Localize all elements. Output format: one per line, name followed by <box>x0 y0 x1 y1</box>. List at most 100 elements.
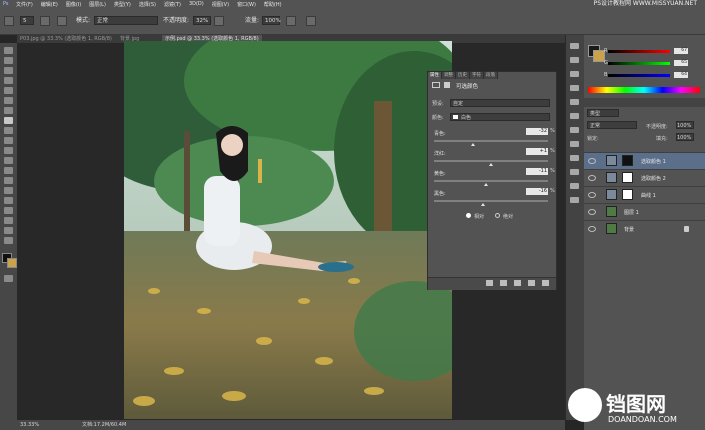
clone-stamp-tool-icon[interactable] <box>4 127 13 134</box>
size-pressure-icon[interactable] <box>306 16 316 26</box>
tab-paragraph[interactable]: 段落 <box>484 72 498 79</box>
menu-file[interactable]: 文件(F) <box>12 1 37 8</box>
history-panel-icon[interactable] <box>570 43 579 49</box>
brush-panel-icon[interactable] <box>40 16 50 26</box>
type-tool-icon[interactable] <box>4 197 13 204</box>
red-value[interactable]: 67 <box>674 48 688 54</box>
tab-character[interactable]: 字符 <box>470 72 484 79</box>
flow-field[interactable]: 100% <box>262 16 281 25</box>
layer-mask-thumb[interactable] <box>622 172 633 183</box>
red-slider[interactable] <box>608 50 670 53</box>
slider-track[interactable] <box>434 160 548 162</box>
tab-doc-1[interactable]: P03.jpg @ 33.3% (选取颜色 1, RGB/8) <box>17 35 115 43</box>
reset-icon[interactable] <box>514 280 521 286</box>
mask-icon[interactable] <box>444 82 450 88</box>
slider-track[interactable] <box>434 140 548 142</box>
slider-thumb[interactable] <box>481 203 485 206</box>
gradient-tool-icon[interactable] <box>4 157 13 164</box>
green-slider[interactable] <box>608 62 670 65</box>
character-panel-icon[interactable] <box>570 85 579 91</box>
menu-image[interactable]: 图像(I) <box>62 1 85 8</box>
slider-thumb[interactable] <box>489 163 493 166</box>
radio-absolute[interactable] <box>495 213 500 218</box>
menu-type[interactable]: 类型(Y) <box>110 1 135 8</box>
slider-value-field[interactable]: +1 <box>526 148 548 155</box>
menu-window[interactable]: 窗口(W) <box>233 1 260 8</box>
opacity-pressure-icon[interactable] <box>214 16 224 26</box>
quick-select-tool-icon[interactable] <box>4 77 13 84</box>
brush-size-field[interactable]: 5 <box>20 16 34 25</box>
properties-panel-icon[interactable] <box>570 169 579 175</box>
clone-source-icon[interactable] <box>570 127 579 133</box>
visibility-eye-icon[interactable] <box>588 192 596 198</box>
zoom-tool-icon[interactable] <box>4 237 13 244</box>
airbrush-icon[interactable] <box>286 16 296 26</box>
visibility-eye-icon[interactable] <box>588 209 596 215</box>
view-previous-icon[interactable] <box>500 280 507 286</box>
quick-mask-icon[interactable] <box>4 275 13 282</box>
brush-panel-icon[interactable] <box>570 113 579 119</box>
tab-adjustments[interactable]: 调整 <box>442 72 456 79</box>
slider-value-field[interactable]: -16 <box>526 188 548 195</box>
blue-slider[interactable] <box>608 74 670 77</box>
slider-track[interactable] <box>434 180 548 182</box>
layer-row[interactable]: 背景 <box>584 220 705 237</box>
eraser-tool-icon[interactable] <box>4 147 13 154</box>
menu-3d[interactable]: 3D(D) <box>185 1 208 7</box>
menu-filter[interactable]: 滤镜(T) <box>160 1 185 8</box>
crop-tool-icon[interactable] <box>4 87 13 94</box>
move-tool-icon[interactable] <box>4 47 13 54</box>
layer-mask-thumb[interactable] <box>622 189 633 200</box>
background-color-swatch[interactable] <box>7 258 17 268</box>
history-brush-tool-icon[interactable] <box>4 137 13 144</box>
paths-panel-icon[interactable] <box>570 197 579 203</box>
slider-thumb[interactable] <box>484 183 488 186</box>
slider-thumb[interactable] <box>471 143 475 146</box>
color-select[interactable]: 白色 <box>450 113 550 121</box>
navigator-panel-icon[interactable] <box>570 155 579 161</box>
lasso-tool-icon[interactable] <box>4 67 13 74</box>
preset-select[interactable]: 自定 <box>450 99 550 107</box>
info-panel-icon[interactable] <box>570 141 579 147</box>
document-photo[interactable] <box>124 41 452 419</box>
eyedropper-tool-icon[interactable] <box>4 97 13 104</box>
menu-select[interactable]: 选择(S) <box>135 1 160 8</box>
blur-tool-icon[interactable] <box>4 167 13 174</box>
visibility-eye-icon[interactable] <box>528 280 535 286</box>
slider-value-field[interactable]: -32 <box>526 128 548 135</box>
zoom-level[interactable]: 33.33% <box>20 420 39 430</box>
marquee-tool-icon[interactable] <box>4 57 13 64</box>
paragraph-panel-icon[interactable] <box>570 99 579 105</box>
dodge-tool-icon[interactable] <box>4 177 13 184</box>
menu-help[interactable]: 帮助(H) <box>260 1 286 8</box>
slider-track[interactable] <box>434 200 548 202</box>
layer-mask-thumb[interactable] <box>622 155 633 166</box>
layer-row[interactable]: 图层 1 <box>584 203 705 220</box>
brush-preset-icon[interactable] <box>57 16 67 26</box>
visibility-eye-icon[interactable] <box>588 175 596 181</box>
menu-view[interactable]: 视图(V) <box>208 1 233 8</box>
layer-row[interactable]: 选取颜色 1 <box>584 152 705 169</box>
pen-tool-icon[interactable] <box>4 187 13 194</box>
layer-comps-icon[interactable] <box>570 183 579 189</box>
menu-layer[interactable]: 图层(L) <box>85 1 110 8</box>
healing-tool-icon[interactable] <box>4 107 13 114</box>
color-spectrum-bar[interactable] <box>588 87 700 93</box>
blend-mode-select[interactable]: 正常 <box>587 121 637 129</box>
shape-tool-icon[interactable] <box>4 217 13 224</box>
layer-opacity-field[interactable]: 100% <box>676 121 694 129</box>
opacity-field[interactable]: 32% <box>193 16 211 25</box>
menu-edit[interactable]: 编辑(E) <box>37 1 62 8</box>
brush-tool-icon[interactable] <box>4 117 13 124</box>
layer-filter-select[interactable]: 类型 <box>587 109 619 117</box>
brush-tool-icon[interactable] <box>4 16 14 26</box>
tab-history[interactable]: 历史 <box>456 72 470 79</box>
fill-field[interactable]: 100% <box>676 133 694 141</box>
clip-to-layer-icon[interactable] <box>486 280 493 286</box>
mode-select[interactable]: 正常 <box>94 16 158 25</box>
radio-relative[interactable] <box>466 213 471 218</box>
path-select-tool-icon[interactable] <box>4 207 13 214</box>
play-icon[interactable] <box>570 71 579 77</box>
trash-icon[interactable] <box>542 280 549 286</box>
layer-row[interactable]: 曲线 1 <box>584 186 705 203</box>
